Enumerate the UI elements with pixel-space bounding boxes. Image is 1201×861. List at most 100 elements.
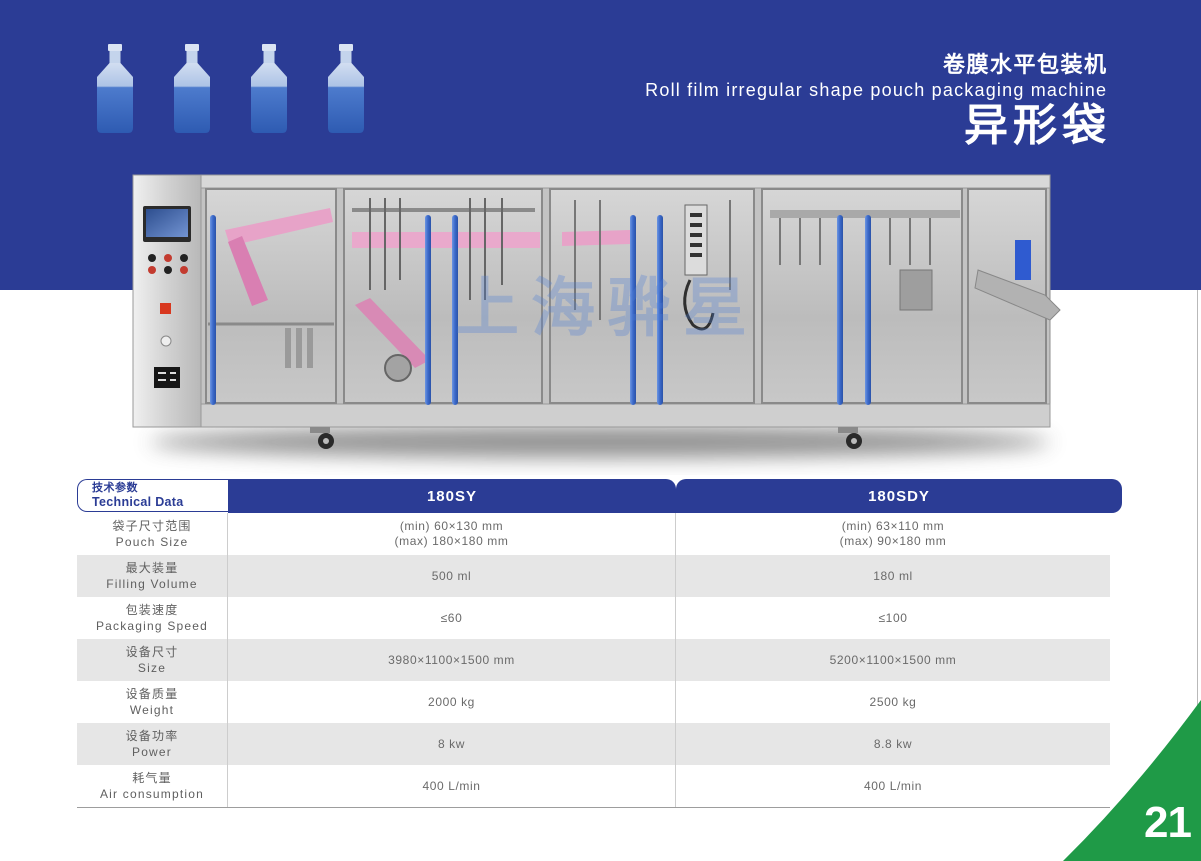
temperature-controller: [154, 367, 180, 388]
spec-label-en: Power: [131, 745, 172, 759]
page-title-en: Roll film irregular shape pouch packagin…: [645, 80, 1108, 100]
pouch-cap: [108, 44, 122, 51]
mechanism-cylinder: [307, 328, 313, 368]
spec-label-en: Size: [137, 661, 167, 675]
spec-label-en: Weight: [129, 703, 175, 717]
technical-data-label-cn: 技术参数: [92, 482, 138, 494]
spec-value-line: 8.8 kw: [873, 736, 913, 751]
pouch-body: [174, 63, 210, 133]
spec-row-label: 最大装量 Filling Volume: [77, 555, 228, 597]
page-title-cn: 卷膜水平包装机: [942, 52, 1108, 77]
spec-value-180sdy: ≤100: [676, 597, 1110, 639]
spec-value-line: 2500 kg: [869, 694, 917, 709]
spec-value-line: 5200×1100×1500 mm: [829, 652, 957, 667]
mechanism-cylinder: [285, 328, 291, 368]
pouch-spout: [263, 51, 275, 63]
control-button: [148, 254, 156, 262]
watermark-text: 上海骅星: [455, 272, 759, 344]
spec-row-label: 袋子尺寸范围 Pouch Size: [77, 513, 228, 555]
spec-row-filling-volume: 最大装量 Filling Volume 500 ml 180 ml: [77, 555, 1110, 597]
gear-box: [899, 269, 933, 311]
film-roller: [384, 354, 412, 382]
machine-photo: 上海骅星: [132, 174, 1061, 458]
spec-label-cn: 袋子尺寸范围: [112, 519, 192, 533]
technical-data-label-en: Technical Data: [92, 495, 184, 509]
spec-table: 袋子尺寸范围 Pouch Size (min) 60×130 mm (max) …: [77, 513, 1110, 808]
spec-value-180sy: (min) 60×130 mm (max) 180×180 mm: [228, 513, 676, 555]
technical-data-label: 技术参数 Technical Data: [77, 479, 242, 512]
control-panel: [132, 174, 202, 428]
spec-value-180sy: 400 L/min: [228, 765, 676, 807]
control-button: [180, 254, 188, 262]
caster-hub: [851, 438, 857, 444]
caster-hub: [323, 438, 329, 444]
model-header-180sdy: 180SDY: [676, 479, 1122, 513]
pouch-spout: [109, 51, 121, 63]
discharge-sign: [1015, 240, 1031, 280]
spec-label-cn: 包装速度: [125, 603, 179, 617]
machine-top-rail: [199, 174, 1051, 189]
control-button: [164, 254, 172, 262]
spec-label-en: Pouch Size: [115, 535, 189, 549]
control-button: [164, 266, 172, 274]
spec-value-line: 180 ml: [873, 568, 913, 583]
spec-label-en: Air consumption: [99, 787, 205, 801]
film-pouch-strip: [352, 232, 540, 248]
spec-value-line: (min) 60×130 mm: [399, 519, 504, 533]
spec-value-line: 400 L/min: [863, 778, 923, 793]
pouch-cap: [185, 44, 199, 51]
spec-value-180sy: 500 ml: [228, 555, 676, 597]
spec-row-label: 设备尺寸 Size: [77, 639, 228, 681]
film-pouch-strip: [562, 230, 630, 246]
spec-value-180sy: 2000 kg: [228, 681, 676, 723]
pouch-body: [328, 63, 364, 133]
spec-row-power: 设备功率 Power 8 kw 8.8 kw: [77, 723, 1110, 765]
pouch-icon: [328, 44, 364, 133]
spec-row-label: 包装速度 Packaging Speed: [77, 597, 228, 639]
pouch-icon: [251, 44, 287, 133]
spec-row-weight: 设备质量 Weight 2000 kg 2500 kg: [77, 681, 1110, 723]
spec-row-label: 耗气量 Air consumption: [77, 765, 228, 807]
pouch-cap: [339, 44, 353, 51]
pouch-icon: [174, 44, 210, 133]
blue-guide-rod: [210, 215, 216, 405]
spec-value-line: 500 ml: [431, 568, 472, 583]
spec-label-cn: 设备尺寸: [125, 645, 179, 659]
page-subtitle-cn: 异形袋: [964, 101, 1111, 150]
blue-guide-rod: [425, 215, 431, 405]
spec-value-line: ≤100: [878, 610, 908, 625]
pouch-body: [251, 63, 287, 133]
transfer-rail: [770, 210, 960, 218]
blue-guide-rod: [837, 215, 843, 405]
spec-value-180sy: 8 kw: [228, 723, 676, 765]
control-button: [148, 266, 156, 274]
spec-row-label: 设备功率 Power: [77, 723, 228, 765]
spec-value-line: 2000 kg: [428, 694, 475, 709]
machine-bottom-rail: [199, 403, 1051, 428]
spec-row-packaging-speed: 包装速度 Packaging Speed ≤60 ≤100: [77, 597, 1110, 639]
spec-value-180sdy: 5200×1100×1500 mm: [676, 639, 1110, 681]
pouch-body: [97, 63, 133, 133]
emergency-stop-button: [160, 303, 171, 314]
spec-label-cn: 最大装量: [125, 561, 179, 575]
model-header-180sy: 180SY: [228, 479, 676, 513]
spec-row-label: 设备质量 Weight: [77, 681, 228, 723]
blue-guide-rod: [865, 215, 871, 405]
spec-value-line: (min) 63×110 mm: [841, 519, 945, 533]
spec-value-line: 400 L/min: [422, 778, 481, 793]
caster-bracket: [838, 427, 858, 433]
page-number: 21: [1144, 798, 1192, 847]
touch-screen: [146, 209, 188, 237]
spec-label-cn: 设备质量: [125, 687, 179, 701]
spec-row-pouch-size: 袋子尺寸范围 Pouch Size (min) 60×130 mm (max) …: [77, 513, 1110, 555]
spec-label-cn: 耗气量: [132, 771, 172, 785]
spec-value-180sdy: 180 ml: [676, 555, 1110, 597]
spec-value-180sy: ≤60: [228, 597, 676, 639]
title-block: 卷膜水平包装机 Roll film irregular shape pouch …: [645, 50, 1106, 151]
pressure-gauge: [160, 335, 172, 347]
spec-value-180sdy: (min) 63×110 mm (max) 90×180 mm: [676, 513, 1110, 555]
control-button: [180, 266, 188, 274]
spec-label-en: Packaging Speed: [95, 619, 209, 633]
spec-value-line: (max) 90×180 mm: [839, 534, 947, 548]
spec-row-size: 设备尺寸 Size 3980×1100×1500 mm 5200×1100×15…: [77, 639, 1110, 681]
